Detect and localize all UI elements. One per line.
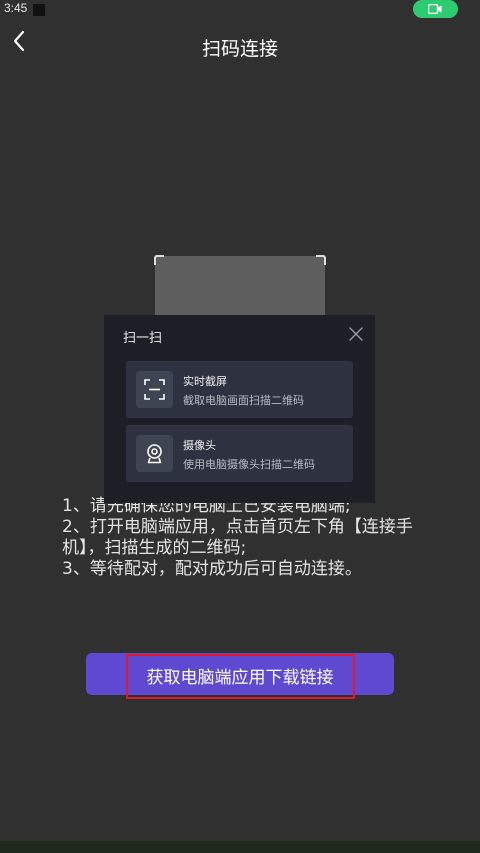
option-camera[interactable]: 摄像头 使用电脑摄像头扫描二维码 — [126, 425, 353, 482]
popup-title: 扫一扫 — [123, 331, 163, 346]
option-title: 摄像头 — [183, 439, 216, 452]
option-icon-box — [136, 435, 173, 472]
camera-icon — [147, 444, 162, 464]
scan-frame-icon — [144, 379, 165, 400]
instruction-step-3: 3、等待配对，配对成功后可自动连接。 — [62, 559, 362, 579]
option-description: 使用电脑摄像头扫描二维码 — [183, 458, 315, 471]
header: 扫码连接 — [0, 20, 480, 70]
option-realtime-screenshot[interactable]: 实时截屏 截取电脑画面扫描二维码 — [126, 361, 353, 418]
screen-record-pill[interactable] — [413, 0, 458, 18]
status-time: 3:45 — [4, 1, 28, 15]
option-icon-box — [136, 371, 173, 408]
download-link-button[interactable]: 获取电脑端应用下载链接 — [86, 653, 394, 695]
video-camera-icon — [428, 4, 442, 14]
download-button-label: 获取电脑端应用下载链接 — [146, 668, 334, 687]
scan-corner-icon — [316, 255, 326, 265]
close-button[interactable] — [349, 326, 363, 341]
instructions: 1、请先确保您的电脑上已安装电脑端; 2、打开电脑端应用，点击首页左下角【连接手… — [62, 496, 422, 580]
instruction-step-2: 2、打开电脑端应用，点击首页左下角【连接手机】，扫描生成的二维码; — [62, 517, 413, 558]
scan-corner-icon — [154, 255, 164, 265]
scan-popup: 扫一扫 实时截屏 截取电脑画面扫描二维码 摄像头 使用电脑摄像头扫描二维码 — [104, 315, 375, 503]
close-icon — [349, 327, 363, 341]
option-title: 实时截屏 — [183, 375, 227, 388]
notification-icon — [33, 4, 45, 16]
option-description: 截取电脑画面扫描二维码 — [183, 394, 304, 407]
page-title: 扫码连接 — [201, 38, 278, 60]
status-bar: 3:45 — [0, 0, 480, 20]
navigation-bar — [0, 841, 480, 853]
